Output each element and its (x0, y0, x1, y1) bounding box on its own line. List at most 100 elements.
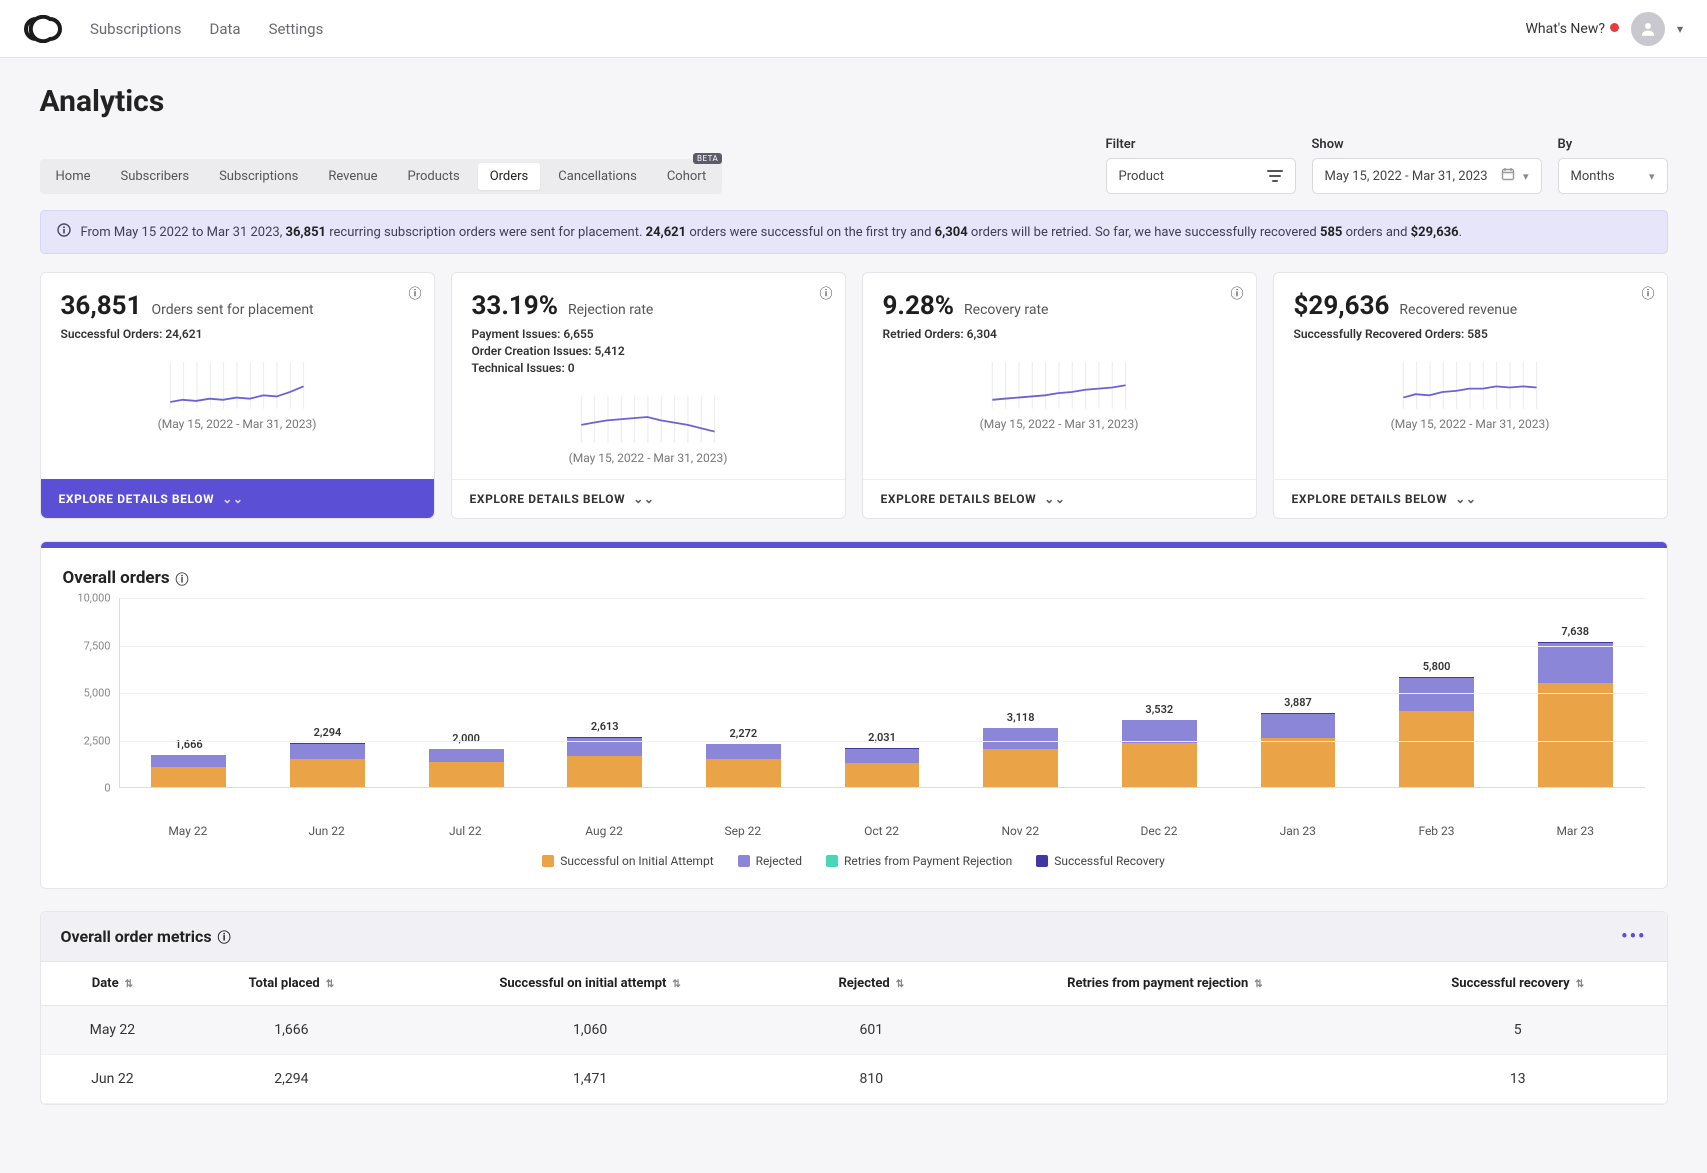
x-label: Dec 22 (1090, 818, 1229, 838)
table-cell: May 22 (41, 1006, 185, 1055)
info-icon[interactable]: ⓘ (1230, 283, 1243, 302)
table-column-header[interactable]: Rejected⇅ (782, 962, 961, 1006)
page-title: Analytics (40, 84, 1668, 119)
topbar: Subscriptions Data Settings What's New? … (0, 0, 1707, 58)
filter-group-show: Show May 15, 2022 - Mar 31, 2023 ▾ (1312, 137, 1542, 194)
x-label: Oct 22 (812, 818, 951, 838)
bar-segment (706, 759, 781, 787)
tab-products[interactable]: Products (396, 163, 472, 190)
metric-subtext: Technical Issues: 0 (472, 361, 825, 375)
banner-seg: orders were successful on the first try … (686, 225, 935, 240)
order-metrics-table: Date⇅Total placed⇅Successful on initial … (41, 962, 1667, 1104)
legend-item[interactable]: Successful on Initial Attempt (542, 854, 713, 868)
sparkline (61, 355, 414, 411)
logo-icon[interactable] (24, 15, 62, 43)
bar-value-label: 2,294 (314, 726, 342, 739)
x-label: Sep 22 (673, 818, 812, 838)
by-select[interactable]: Months ▾ (1558, 158, 1668, 194)
sort-icon[interactable]: ⇅ (125, 979, 133, 990)
filter-group-filter: Filter Product (1106, 137, 1296, 194)
info-icon[interactable]: ⓘ (819, 283, 832, 302)
nav-settings[interactable]: Settings (269, 20, 324, 38)
bar-segment (429, 749, 504, 762)
tab-home[interactable]: Home (44, 163, 103, 190)
legend-label: Rejected (756, 854, 802, 868)
tab-cohort[interactable]: CohortBETA (655, 163, 718, 190)
info-icon[interactable]: ⓘ (408, 283, 421, 302)
table-cell: 1,471 (398, 1055, 781, 1104)
info-icon[interactable]: ⓘ (176, 569, 189, 588)
date-range-picker[interactable]: May 15, 2022 - Mar 31, 2023 ▾ (1312, 158, 1542, 194)
table-cell: 13 (1369, 1055, 1667, 1104)
by-label: By (1558, 137, 1668, 152)
user-avatar[interactable] (1631, 12, 1665, 46)
tabs-and-filters: HomeSubscribersSubscriptionsRevenue Produ… (40, 137, 1668, 194)
x-label: Jul 22 (396, 818, 535, 838)
explore-details-button[interactable]: EXPLORE DETAILS BELOW⌄⌄ (41, 479, 434, 518)
x-label: May 22 (119, 818, 258, 838)
tab-subscriptions[interactable]: Subscriptions (207, 163, 310, 190)
legend-item[interactable]: Retries from Payment Rejection (826, 854, 1012, 868)
date-range-value: May 15, 2022 - Mar 31, 2023 (1325, 169, 1488, 184)
bar-value-label: 3,532 (1145, 703, 1173, 716)
explore-details-button[interactable]: EXPLORE DETAILS BELOW⌄⌄ (452, 479, 845, 518)
filter-product-value: Product (1119, 169, 1164, 184)
banner-seg: recurring subscription orders were sent … (326, 225, 646, 240)
metric-label: Recovered revenue (1399, 302, 1517, 318)
table-title-text: Overall order metrics (61, 927, 212, 946)
tab-subscribers[interactable]: Subscribers (108, 163, 201, 190)
bar-segment (567, 756, 642, 787)
info-icon[interactable]: ⓘ (1641, 283, 1654, 302)
legend-item[interactable]: Rejected (738, 854, 802, 868)
metric-card: ⓘ33.19%Rejection ratePayment Issues: 6,6… (451, 272, 846, 519)
table-cell: 810 (782, 1055, 961, 1104)
table-cell: 1,666 (184, 1006, 398, 1055)
legend-swatch (738, 855, 750, 867)
bar-segment (983, 749, 1058, 787)
sort-icon[interactable]: ⇅ (326, 979, 334, 990)
x-label: Nov 22 (951, 818, 1090, 838)
content: Analytics HomeSubscribersSubscriptionsRe… (4, 58, 1704, 1131)
bar-value-label: 3,887 (1284, 696, 1312, 709)
table-cell: 601 (782, 1006, 961, 1055)
by-value: Months (1571, 169, 1615, 184)
x-label: Feb 23 (1367, 818, 1506, 838)
info-icon[interactable]: ⓘ (218, 927, 231, 946)
explore-details-button[interactable]: EXPLORE DETAILS BELOW⌄⌄ (863, 479, 1256, 518)
table-column-header[interactable]: Successful recovery⇅ (1369, 962, 1667, 1006)
banner-bold: 6,304 (935, 225, 968, 240)
sort-icon[interactable]: ⇅ (672, 979, 680, 990)
sort-icon[interactable]: ⇅ (896, 979, 904, 990)
bar-value-label: 7,638 (1561, 625, 1589, 638)
table-column-header[interactable]: Retries from payment rejection⇅ (961, 962, 1369, 1006)
user-menu-chevron-icon[interactable]: ▾ (1677, 22, 1683, 36)
nav-data[interactable]: Data (209, 20, 240, 38)
legend-swatch (542, 855, 554, 867)
tab-cancellations[interactable]: Cancellations (546, 163, 649, 190)
legend-label: Retries from Payment Rejection (844, 854, 1012, 868)
chart-legend: Successful on Initial Attempt Rejected Ret… (63, 854, 1645, 868)
whats-new-link[interactable]: What's New? (1525, 21, 1618, 37)
order-metrics-panel: Overall order metrics ⓘ ••• Date⇅Total p… (40, 911, 1668, 1105)
table-row: May 221,6661,0606015 (41, 1006, 1667, 1055)
bar-segment (290, 759, 365, 787)
sort-icon[interactable]: ⇅ (1576, 979, 1584, 990)
sort-icon[interactable]: ⇅ (1254, 979, 1262, 990)
banner-bold: 585 (1320, 225, 1342, 240)
tab-orders[interactable]: Orders (478, 163, 541, 190)
legend-item[interactable]: Successful Recovery (1036, 854, 1164, 868)
metric-cards: ⓘ36,851Orders sent for placementSuccessf… (40, 272, 1668, 519)
y-tick: 7,500 (63, 639, 119, 652)
filter-product-select[interactable]: Product (1106, 158, 1296, 194)
filter-icon (1267, 169, 1283, 183)
table-column-header[interactable]: Date⇅ (41, 962, 185, 1006)
tab-revenue[interactable]: Revenue (316, 163, 389, 190)
table-menu-icon[interactable]: ••• (1621, 926, 1646, 947)
bar-segment (706, 744, 781, 759)
spark-caption: (May 15, 2022 - Mar 31, 2023) (472, 451, 825, 465)
metric-card: ⓘ9.28%Recovery rateRetried Orders: 6,304… (862, 272, 1257, 519)
explore-details-button[interactable]: EXPLORE DETAILS BELOW⌄⌄ (1274, 479, 1667, 518)
table-column-header[interactable]: Successful on initial attempt⇅ (398, 962, 781, 1006)
table-column-header[interactable]: Total placed⇅ (184, 962, 398, 1006)
nav-subscriptions[interactable]: Subscriptions (90, 20, 181, 38)
